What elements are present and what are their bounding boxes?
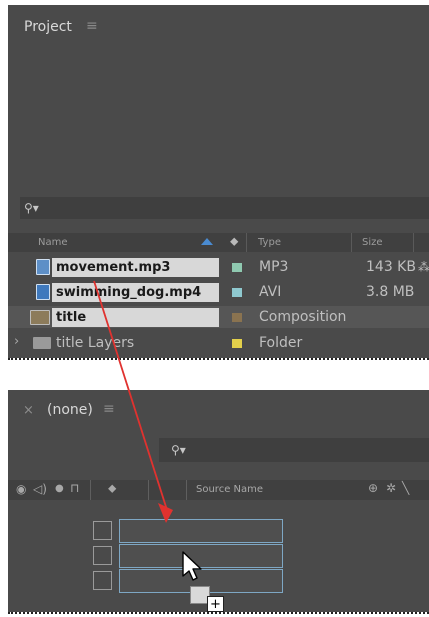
drag-arrow-overlay	[93, 280, 202, 581]
drag-arrow-line	[93, 280, 168, 511]
arrow-cursor-icon	[182, 551, 202, 581]
